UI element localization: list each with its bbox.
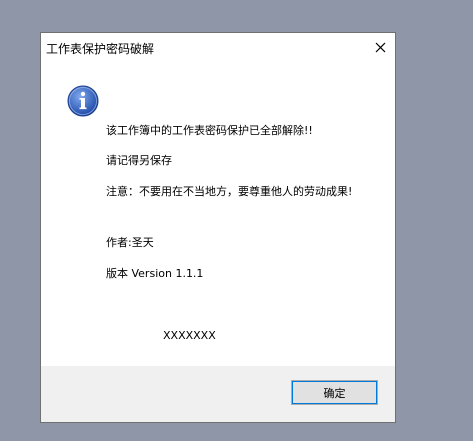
info-icon [67,85,99,117]
version-text: 版本 Version 1.1.1 [106,267,204,280]
message-line-2: 请记得另保存 [106,154,172,167]
dialog-footer: 确定 [41,366,395,422]
message-line-1: 该工作簿中的工作表密码保护已全部解除!! [106,124,313,137]
close-icon [375,42,385,52]
close-button[interactable] [365,33,395,61]
ok-button-label: 确定 [323,386,346,400]
dialog-title: 工作表保护密码破解 [46,42,155,56]
title-bar: 工作表保护密码破解 [41,33,395,61]
ok-button[interactable]: 确定 [291,380,378,405]
author-text: 作者:圣天 [106,236,154,249]
message-line-3: 注意：不要用在不当地方，要尊重他人的劳动成果! [106,185,353,198]
message-dialog: 工作表保护密码破解 该工作簿中的工作表密码保护已全部解除!! 请记得另保存 注意… [40,32,396,423]
watermark-text: XXXXXXX [163,329,216,342]
